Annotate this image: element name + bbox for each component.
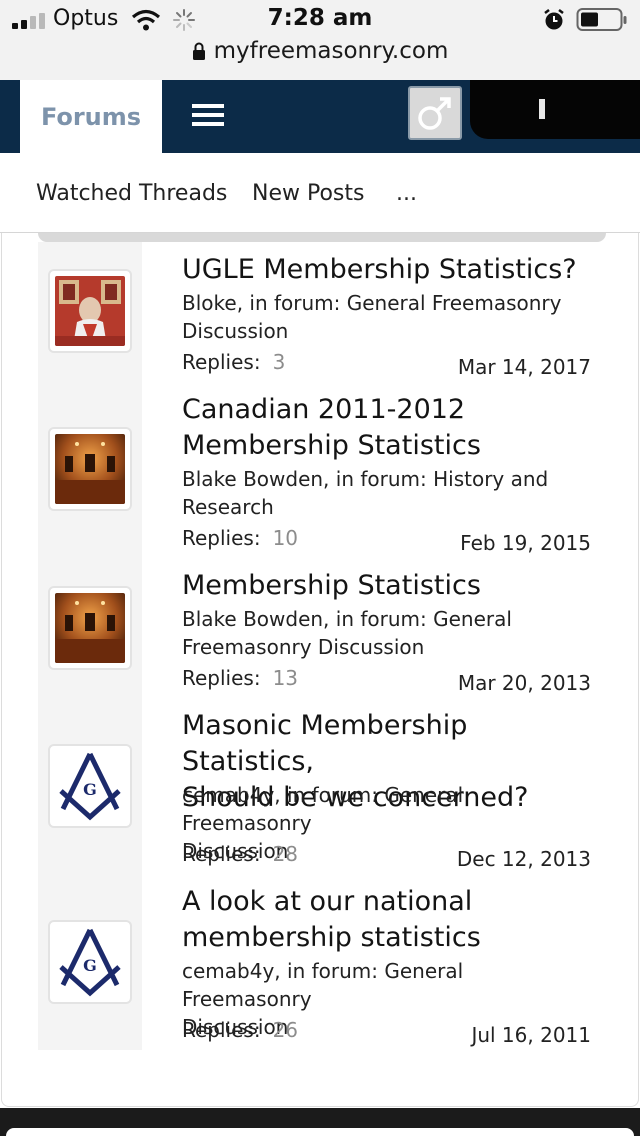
male-symbol-icon <box>418 97 451 130</box>
thread-title[interactable]: A look at our national membership statis… <box>182 884 602 956</box>
footer-panel-edge <box>6 1128 634 1136</box>
thread-title[interactable]: Membership Statistics <box>182 568 602 604</box>
square-compass-avatar[interactable]: G <box>48 920 132 1004</box>
thread-date: Mar 14, 2017 <box>457 355 591 379</box>
square-compass-image: G <box>55 751 125 821</box>
lodge-room-image <box>55 593 125 663</box>
url-text: myfreemasonry.com <box>213 38 449 64</box>
thread-date: Mar 20, 2013 <box>457 671 591 695</box>
svg-text:G: G <box>83 780 97 799</box>
subnav-more[interactable]: ... <box>396 181 417 206</box>
sub-navigation: Watched Threads New Posts ... <box>0 153 640 233</box>
alarm-icon <box>544 9 564 30</box>
square-compass-avatar[interactable]: G <box>48 744 132 828</box>
thread-meta: Blake Bowden, in forum: General Freemaso… <box>182 607 512 659</box>
scroll-shadow <box>38 233 606 242</box>
hamburger-icon[interactable] <box>192 104 224 126</box>
replies-count: Replies: 28 <box>182 842 299 866</box>
thread-meta: Bloke, in forum: General Freemasonry Dis… <box>182 291 562 343</box>
thread-title[interactable]: UGLE Membership Statistics? <box>182 252 602 288</box>
thread-title[interactable]: Canadian 2011-2012 Membership Statistics <box>182 392 602 464</box>
battery-icon <box>576 8 627 31</box>
status-bar: Optus 7:28 am myfreemasonry.com <box>0 0 640 80</box>
svg-text:G: G <box>83 956 97 975</box>
replies-count: Replies: 3 <box>182 350 286 374</box>
search-region[interactable] <box>470 80 640 139</box>
subnav-new-posts[interactable]: New Posts <box>252 181 364 206</box>
thread-date: Jul 16, 2011 <box>471 1023 591 1047</box>
lodge-room-avatar[interactable] <box>48 586 132 670</box>
tab-forums[interactable]: Forums <box>20 80 162 153</box>
cursor-icon <box>539 99 545 119</box>
address-bar[interactable]: myfreemasonry.com <box>0 38 640 64</box>
thread-date: Dec 12, 2013 <box>456 847 591 871</box>
lodge-room-image <box>55 434 125 504</box>
replies-count: Replies: 26 <box>182 1018 299 1042</box>
lock-icon <box>192 42 205 60</box>
lodge-room-avatar[interactable] <box>48 427 132 511</box>
portrait-image <box>55 276 125 346</box>
subnav-watched-threads[interactable]: Watched Threads <box>36 181 227 206</box>
red-portrait-avatar[interactable] <box>48 269 132 353</box>
replies-count: Replies: 10 <box>182 526 299 550</box>
replies-count: Replies: 13 <box>182 666 299 690</box>
thread-date: Feb 19, 2015 <box>460 531 591 555</box>
thread-meta: Blake Bowden, in forum: History and Rese… <box>182 467 549 519</box>
user-avatar-button[interactable] <box>408 86 462 140</box>
square-compass-image: G <box>55 927 125 997</box>
